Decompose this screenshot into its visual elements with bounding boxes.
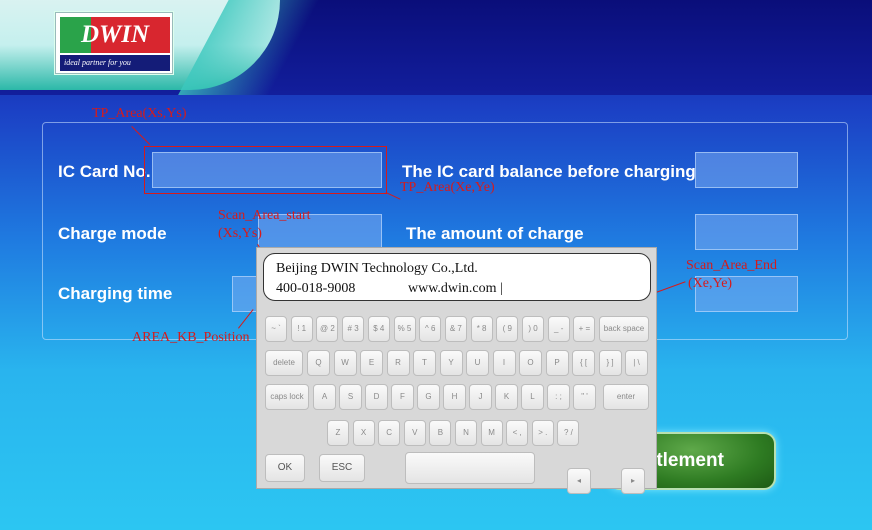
key-enter[interactable]: enter xyxy=(603,384,649,410)
key-2[interactable]: @ 2 xyxy=(316,316,339,342)
key-sym[interactable]: < , xyxy=(506,420,529,446)
key-sym[interactable]: > . xyxy=(531,420,554,446)
key-delete[interactable]: delete xyxy=(265,350,303,376)
charge-mode-label: Charge mode xyxy=(58,224,167,243)
key-u[interactable]: U xyxy=(466,350,489,376)
key-d[interactable]: D xyxy=(365,384,388,410)
key-f[interactable]: F xyxy=(391,384,414,410)
dwin-logo: DWIN ideal partner for you xyxy=(55,12,173,74)
key-sym[interactable]: { [ xyxy=(572,350,595,376)
logo-tagline: ideal partner for you xyxy=(60,55,170,71)
key-sym[interactable]: + = xyxy=(573,316,596,342)
key-e[interactable]: E xyxy=(360,350,383,376)
key-v[interactable]: V xyxy=(403,420,426,446)
key-ok[interactable]: OK xyxy=(265,454,305,482)
scan-end-label-1: Scan_Area_End xyxy=(686,258,777,273)
key-5[interactable]: % 5 xyxy=(393,316,416,342)
key-b[interactable]: B xyxy=(429,420,452,446)
key-sym[interactable]: ~ ` xyxy=(265,316,287,342)
key-sym[interactable]: : ; xyxy=(547,384,570,410)
on-screen-keyboard: Beijing DWIN Technology Co.,Ltd. 400-018… xyxy=(256,247,657,494)
tp-area-start-label: TP_Area(Xs,Ys) xyxy=(92,106,187,121)
key-space[interactable] xyxy=(405,452,535,484)
scan-text-company: Beijing DWIN Technology Co.,Ltd. xyxy=(276,261,478,276)
key-o[interactable]: O xyxy=(519,350,542,376)
ic-card-label: IC Card No. xyxy=(58,162,151,181)
key-p[interactable]: P xyxy=(545,350,569,376)
key-sym[interactable]: ? / xyxy=(557,420,580,446)
key-y[interactable]: Y xyxy=(439,350,463,376)
key-caps-lock[interactable]: caps lock xyxy=(265,384,309,410)
balance-field[interactable] xyxy=(695,152,798,188)
amount-field[interactable] xyxy=(695,214,798,250)
logo-brand: DWIN xyxy=(60,17,170,53)
tp-area-box xyxy=(144,146,387,194)
key-sym[interactable]: _ - xyxy=(547,316,570,342)
key-4[interactable]: $ 4 xyxy=(367,316,390,342)
balance-label: The IC card balance before charging xyxy=(402,162,696,181)
scan-text-website: www.dwin.com | xyxy=(408,281,503,296)
key-n[interactable]: N xyxy=(455,420,477,446)
key-l[interactable]: L xyxy=(521,384,544,410)
key-q[interactable]: Q xyxy=(307,350,330,376)
key-a[interactable]: A xyxy=(313,384,336,410)
key-9[interactable]: ( 9 xyxy=(496,316,519,342)
key-s[interactable]: S xyxy=(339,384,362,410)
key-x[interactable]: X xyxy=(352,420,375,446)
key-z[interactable]: Z xyxy=(327,420,349,446)
key-c[interactable]: C xyxy=(378,420,401,446)
key-w[interactable]: W xyxy=(333,350,357,376)
key-m[interactable]: M xyxy=(480,420,503,446)
left-arrow-icon[interactable]: ◂ xyxy=(567,468,591,494)
key-back-space[interactable]: back space xyxy=(599,316,649,342)
key-8[interactable]: * 8 xyxy=(470,316,493,342)
key-i[interactable]: I xyxy=(492,350,516,376)
charging-time-label: Charging time xyxy=(58,284,173,303)
scan-start-label-1: Scan_Area_start xyxy=(218,208,311,223)
key-sym[interactable]: } ] xyxy=(598,350,622,376)
kb-position-label: AREA_KB_Position xyxy=(132,330,250,345)
key-g[interactable]: G xyxy=(417,384,440,410)
key-6[interactable]: ^ 6 xyxy=(419,316,442,342)
key-k[interactable]: K xyxy=(495,384,518,410)
right-arrow-icon[interactable]: ▸ xyxy=(621,468,645,494)
key-h[interactable]: H xyxy=(443,384,466,410)
key-1[interactable]: ! 1 xyxy=(290,316,313,342)
key-t[interactable]: T xyxy=(413,350,436,376)
key-sym[interactable]: | \ xyxy=(625,350,648,376)
tp-area-end-label: TP_Area(Xe,Ye) xyxy=(400,180,495,195)
amount-label: The amount of charge xyxy=(406,224,584,243)
key-0[interactable]: ) 0 xyxy=(522,316,544,342)
scan-start-label-2: (Xs,Ys) xyxy=(218,226,262,241)
key-j[interactable]: J xyxy=(469,384,492,410)
scan-text-phone: 400-018-9008 xyxy=(276,281,356,296)
key-esc[interactable]: ESC xyxy=(319,454,365,482)
scan-end-label-2: (Xe,Ye) xyxy=(688,276,733,291)
key-7[interactable]: & 7 xyxy=(444,316,467,342)
key-sym[interactable]: " ' xyxy=(573,384,596,410)
key-r[interactable]: R xyxy=(386,350,410,376)
scan-text-box[interactable]: Beijing DWIN Technology Co.,Ltd. 400-018… xyxy=(263,253,651,301)
key-3[interactable]: # 3 xyxy=(342,316,365,342)
